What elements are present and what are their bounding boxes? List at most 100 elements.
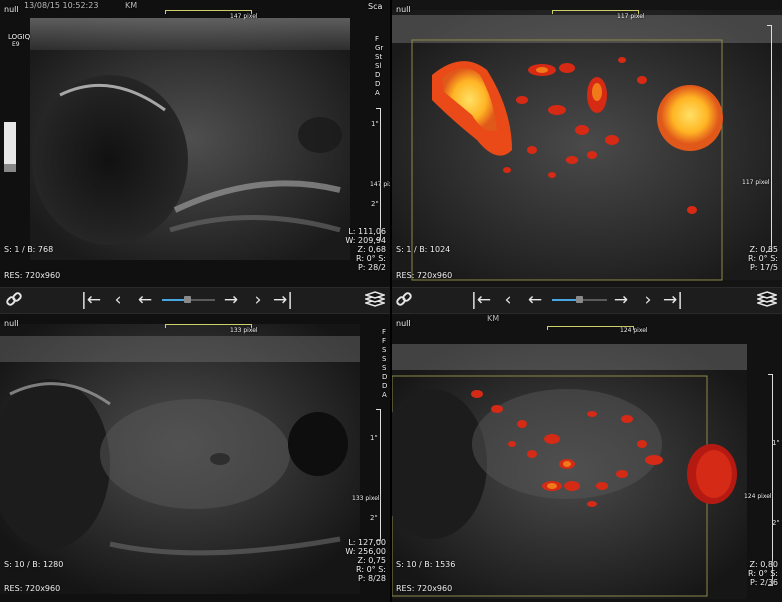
param-level: L: 111,06 bbox=[348, 227, 386, 236]
depth-tick: 2" bbox=[371, 200, 379, 208]
param-window: W: 209,94 bbox=[345, 236, 386, 245]
side-menu-item: Sl bbox=[375, 62, 382, 70]
image-params: L: 111,06 W: 209,94 Z: 0,68 R: 0° S: P: … bbox=[345, 227, 386, 272]
layers-icon[interactable] bbox=[755, 290, 779, 310]
forward-icon[interactable]: → bbox=[220, 290, 242, 310]
param-rotation: R: 0° S: bbox=[356, 254, 386, 263]
scanner-logo-line2: E9 bbox=[12, 41, 20, 48]
first-frame-icon[interactable]: |← bbox=[470, 290, 492, 310]
resolution-info: RES: 720x960 bbox=[4, 584, 61, 593]
scan-menu-label: Sca bbox=[368, 2, 383, 11]
slice-info: S: 10 / B: 1280 bbox=[4, 560, 64, 569]
depth-scale bbox=[767, 25, 772, 252]
image-params: Z: 0,85 R: 0° S: P: 17/5 bbox=[748, 245, 778, 272]
depth-tick: 2" bbox=[772, 519, 780, 527]
link-icon[interactable] bbox=[394, 290, 414, 310]
side-menu-item: F bbox=[375, 35, 380, 43]
ultrasound-image bbox=[0, 0, 390, 287]
playback-toolbar-left: |← ‹ ← → › →| bbox=[0, 287, 390, 314]
operator-initials: KM bbox=[487, 314, 500, 323]
slice-info: S: 10 / B: 1536 bbox=[396, 560, 456, 569]
timestamp: 13/08/15 10:52:23 bbox=[24, 1, 99, 10]
frame-slider-thumb[interactable] bbox=[184, 296, 191, 303]
side-menu-item: D bbox=[382, 373, 388, 381]
first-frame-icon[interactable]: |← bbox=[80, 290, 102, 310]
layers-icon[interactable] bbox=[363, 290, 387, 310]
doppler-ultrasound-image bbox=[392, 314, 782, 602]
side-menu: F F S S S D D A bbox=[382, 328, 390, 400]
param-position: P: 17/5 bbox=[749, 263, 778, 272]
viewport-bottom-right[interactable]: null KM 124 pixel 124 pixel 1" 2" S: 10 … bbox=[392, 314, 782, 602]
param-level: L: 127,00 bbox=[348, 538, 386, 547]
depth-scale bbox=[768, 374, 773, 586]
frame-slider-track[interactable] bbox=[583, 299, 607, 301]
forward-icon[interactable]: → bbox=[610, 290, 632, 310]
slice-info: S: 1 / B: 1024 bbox=[396, 245, 451, 254]
side-scale-label: 124 pixel bbox=[744, 493, 772, 500]
viewport-bottom-left[interactable]: null 133 pixel F F S S S D D A 133 pixel… bbox=[0, 314, 390, 602]
header-null-label: null bbox=[4, 319, 19, 328]
param-position: P: 2/36 bbox=[749, 578, 778, 587]
depth-tick: 1" bbox=[772, 439, 780, 447]
resolution-info: RES: 720x960 bbox=[396, 271, 453, 280]
playback-toolbar-right: |← ‹ ← → › →| bbox=[392, 287, 782, 314]
resolution-info: RES: 720x960 bbox=[396, 584, 453, 593]
side-menu-item: S bbox=[382, 355, 387, 363]
prev-frame-icon[interactable]: ‹ bbox=[110, 290, 126, 310]
link-icon[interactable] bbox=[4, 290, 24, 310]
side-menu-item: Gr bbox=[375, 44, 384, 52]
param-zoom: Z: 0,80 bbox=[749, 560, 778, 569]
doppler-ultrasound-image bbox=[392, 0, 782, 287]
side-menu-item: F bbox=[382, 328, 387, 336]
side-menu-item: A bbox=[375, 89, 380, 97]
param-zoom: Z: 0,75 bbox=[357, 556, 386, 565]
frame-slider-thumb[interactable] bbox=[576, 296, 583, 303]
last-frame-icon[interactable]: →| bbox=[272, 290, 294, 310]
resolution-info: RES: 720x960 bbox=[4, 271, 61, 280]
param-rotation: R: 0° S: bbox=[748, 569, 778, 578]
side-menu-item: F bbox=[382, 337, 387, 345]
last-frame-icon[interactable]: →| bbox=[662, 290, 684, 310]
frame-slider-progress bbox=[552, 299, 576, 301]
side-menu-item: St bbox=[375, 53, 383, 61]
scale-label: 147 pixel bbox=[230, 13, 258, 20]
side-menu: F Gr St Sl D D A bbox=[375, 35, 387, 98]
param-position: P: 28/2 bbox=[357, 263, 386, 272]
slice-info: S: 1 / B: 768 bbox=[4, 245, 54, 254]
side-menu-item: D bbox=[375, 80, 381, 88]
param-position: P: 8/28 bbox=[357, 574, 386, 583]
viewport-top-left[interactable]: null 13/08/15 10:52:23 KM 147 pixel LOGI… bbox=[0, 0, 390, 287]
depth-tick: 1" bbox=[371, 120, 379, 128]
side-menu-item: D bbox=[375, 71, 381, 79]
frame-slider-track[interactable] bbox=[191, 299, 215, 301]
param-rotation: R: 0° S: bbox=[356, 565, 386, 574]
side-menu-item: S bbox=[382, 364, 387, 372]
scale-label: 117 pixel bbox=[617, 13, 645, 20]
side-menu-item: S bbox=[382, 346, 387, 354]
prev-frame-icon[interactable]: ‹ bbox=[500, 290, 516, 310]
header-null-label: null bbox=[4, 5, 19, 14]
side-scale-label: 117 pixel bbox=[742, 179, 770, 186]
rewind-icon[interactable]: ← bbox=[524, 290, 546, 310]
param-window: W: 256,00 bbox=[345, 547, 386, 556]
side-scale-label: 133 pixel bbox=[352, 495, 380, 502]
next-frame-icon[interactable]: › bbox=[250, 290, 266, 310]
depth-tick: 2" bbox=[370, 514, 378, 522]
next-frame-icon[interactable]: › bbox=[640, 290, 656, 310]
frame-slider-progress bbox=[162, 299, 186, 301]
param-zoom: Z: 0,85 bbox=[749, 245, 778, 254]
header-null-label: null bbox=[396, 319, 411, 328]
image-params: L: 127,00 W: 256,00 Z: 0,75 R: 0° S: P: … bbox=[345, 538, 386, 583]
ultrasound-image bbox=[0, 314, 390, 602]
scale-label: 133 pixel bbox=[230, 327, 258, 334]
param-zoom: Z: 0,68 bbox=[357, 245, 386, 254]
side-menu-item: A bbox=[382, 391, 387, 399]
header-null-label: null bbox=[396, 5, 411, 14]
rewind-icon[interactable]: ← bbox=[134, 290, 156, 310]
side-scale-label: 147 pixel bbox=[370, 181, 390, 188]
operator-initials: KM bbox=[125, 1, 138, 10]
image-params: Z: 0,80 R: 0° S: P: 2/36 bbox=[748, 560, 778, 587]
param-rotation: R: 0° S: bbox=[748, 254, 778, 263]
viewport-top-right[interactable]: null 117 pixel 117 pixel S: 1 / B: 1024 … bbox=[392, 0, 782, 287]
side-menu-item: D bbox=[382, 382, 388, 390]
